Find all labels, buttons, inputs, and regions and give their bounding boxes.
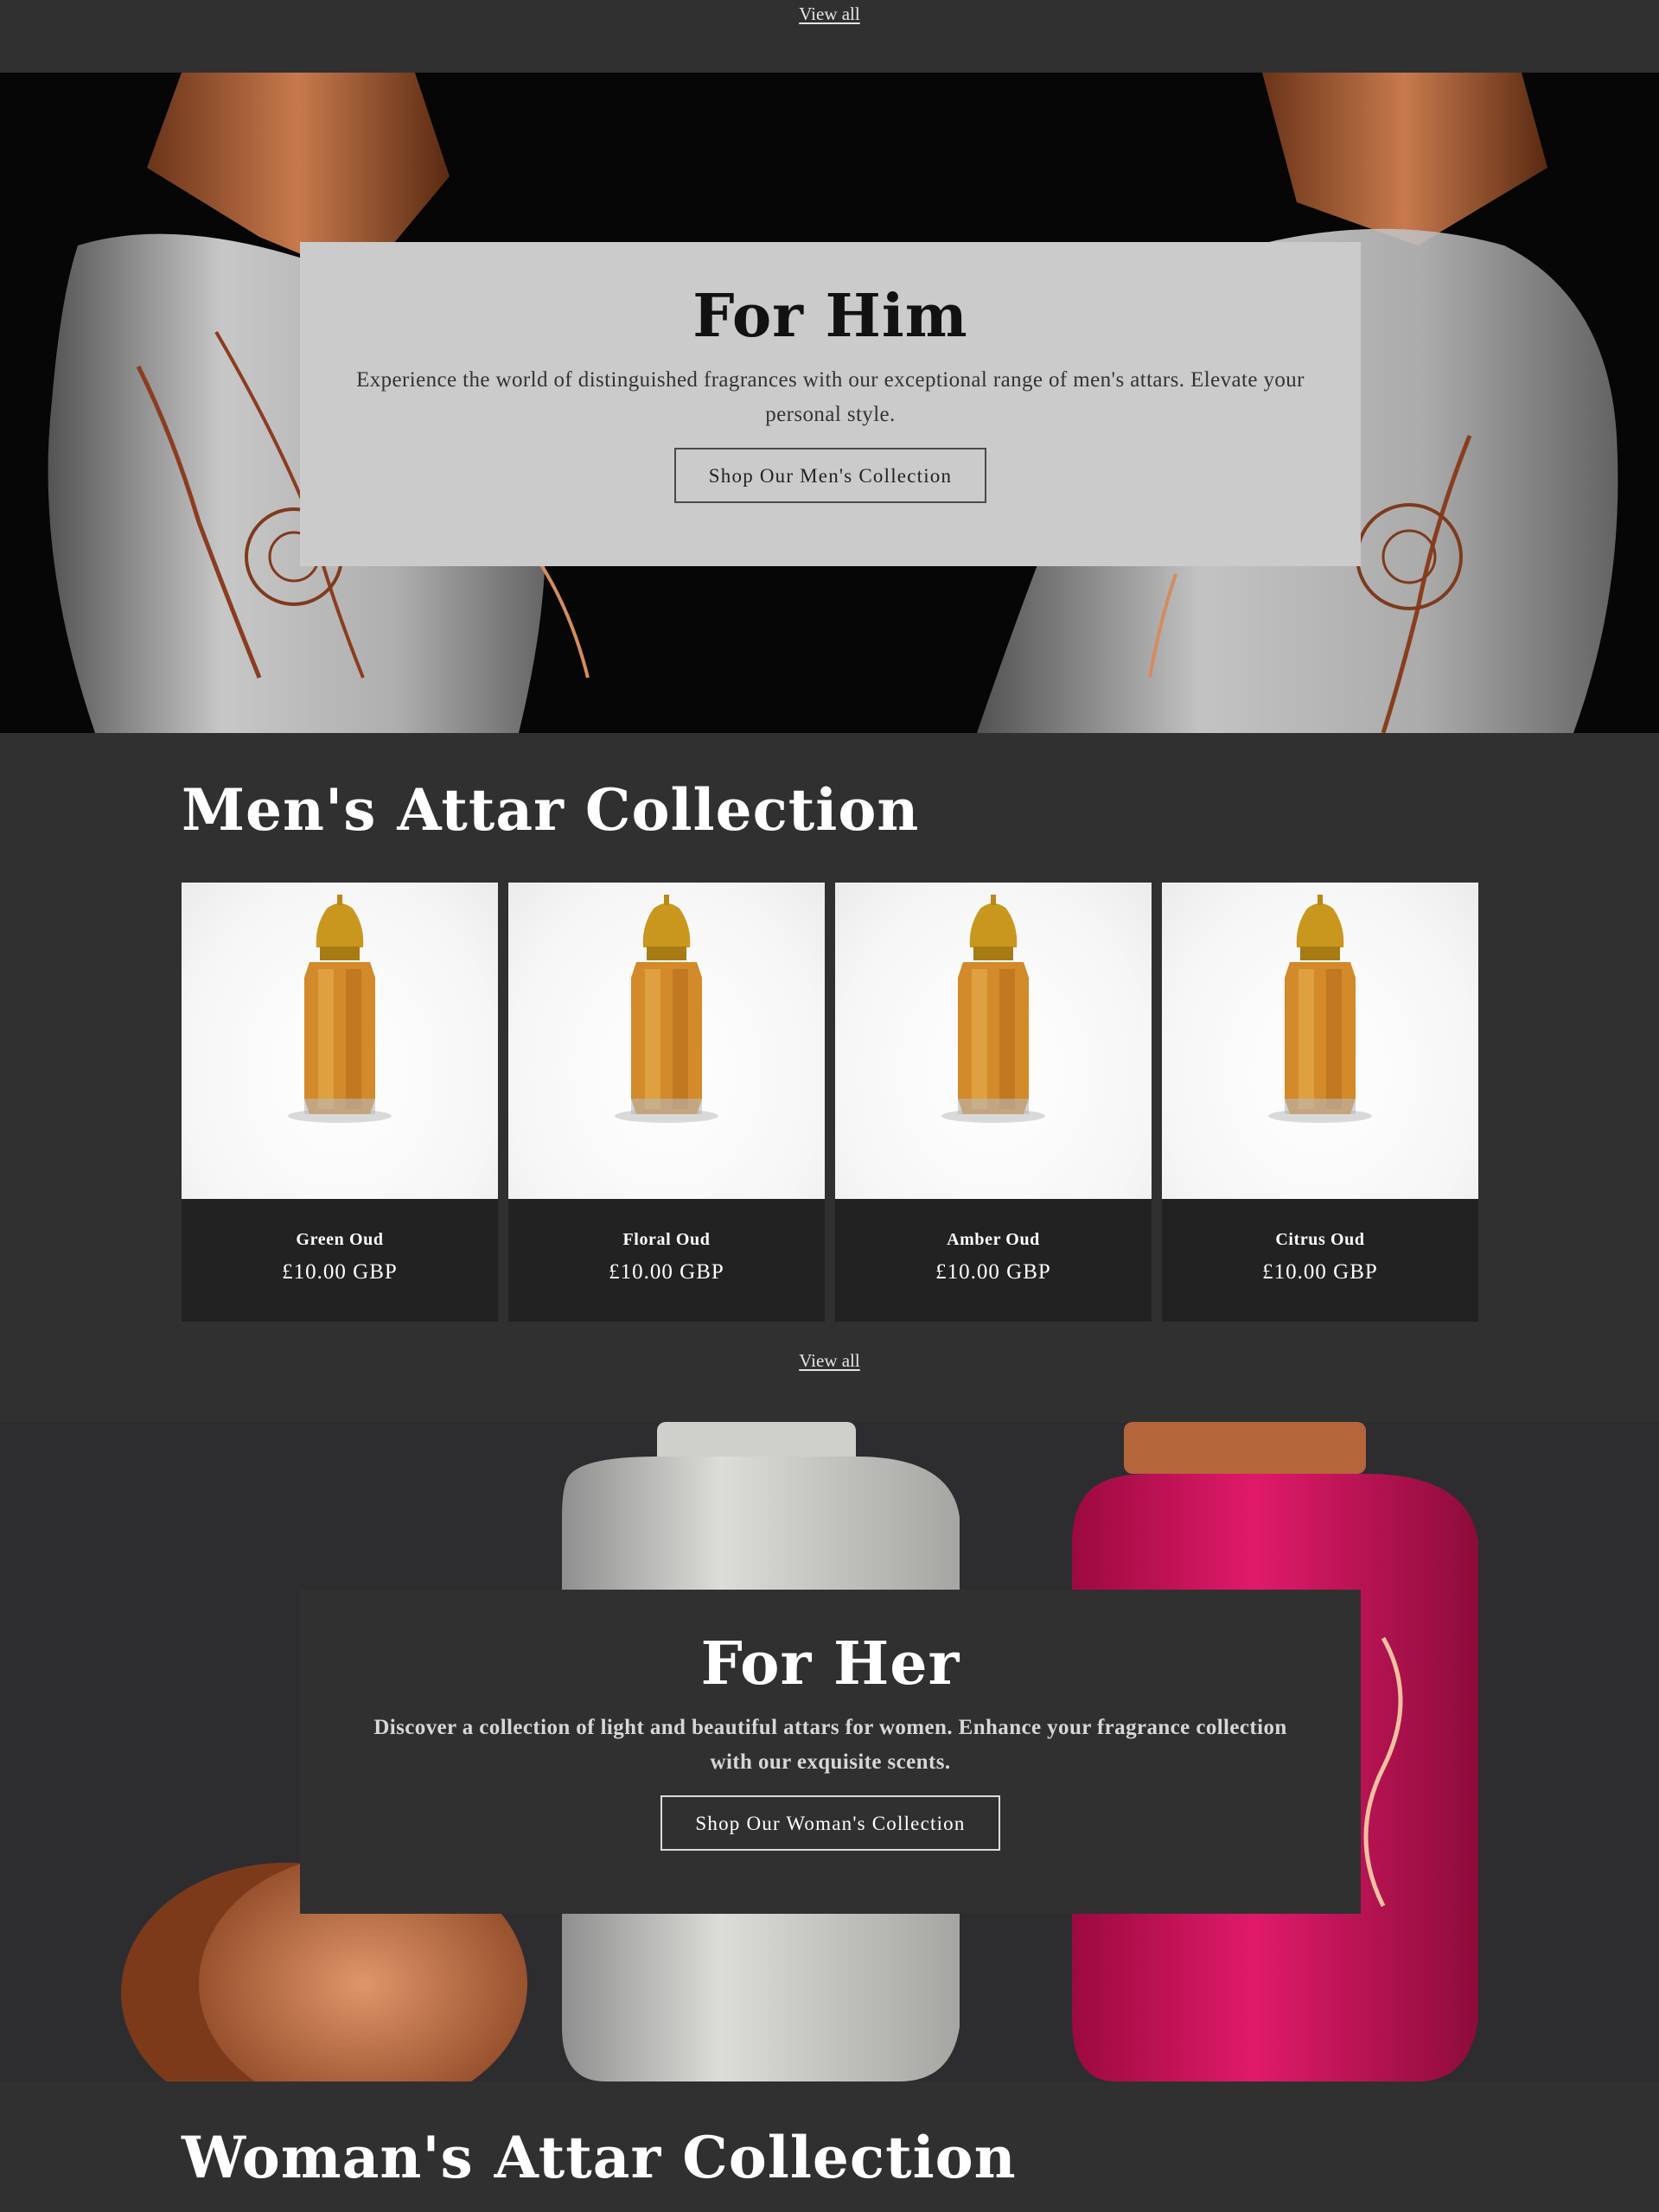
- product-card[interactable]: Amber Oud £10.00 GBP: [835, 883, 1152, 1322]
- product-name[interactable]: Floral Oud: [508, 1230, 825, 1250]
- hero-her-card: For Her Discover a collection of light a…: [300, 1590, 1361, 1914]
- hero-for-her: For Her Discover a collection of light a…: [0, 1422, 1659, 2081]
- hero-him-text: Experience the world of distinguished fr…: [356, 368, 1305, 426]
- hero-him-title: For Him: [692, 282, 968, 351]
- shop-womens-collection-button[interactable]: Shop Our Woman's Collection: [660, 1795, 1000, 1851]
- view-all-link-mens[interactable]: View all: [0, 1350, 1659, 1372]
- product-name[interactable]: Amber Oud: [835, 1230, 1152, 1250]
- attar-bottle-icon: [941, 895, 1045, 1123]
- shop-mens-collection-button[interactable]: Shop Our Men's Collection: [673, 448, 987, 503]
- product-price: £10.00 GBP: [1262, 1260, 1378, 1284]
- product-card[interactable]: Citrus Oud £10.00 GBP: [1162, 883, 1478, 1322]
- product-info: Citrus Oud £10.00 GBP: [1162, 1199, 1478, 1322]
- product-info: Floral Oud £10.00 GBP: [508, 1199, 825, 1322]
- product-name[interactable]: Green Oud: [182, 1230, 498, 1250]
- product-price: £10.00 GBP: [609, 1260, 724, 1284]
- attar-bottle-icon: [615, 895, 718, 1123]
- product-price: £10.00 GBP: [935, 1260, 1051, 1284]
- hero-her-text: Discover a collection of light and beaut…: [373, 1716, 1287, 1774]
- product-info: Amber Oud £10.00 GBP: [835, 1199, 1152, 1322]
- product-name[interactable]: Citrus Oud: [1162, 1230, 1478, 1250]
- view-all-link-top[interactable]: View all: [0, 3, 1659, 25]
- attar-bottle-icon: [288, 895, 392, 1123]
- top-strip: View all: [0, 0, 1659, 73]
- hero-her-title: For Her: [700, 1629, 960, 1699]
- product-image[interactable]: [1162, 883, 1478, 1199]
- product-image[interactable]: [508, 883, 825, 1199]
- womens-collection-title: Woman's Attar Collection: [182, 2124, 1017, 2191]
- hero-him-card: For Him Experience the world of distingu…: [300, 242, 1361, 566]
- product-card[interactable]: Green Oud £10.00 GBP: [182, 883, 498, 1322]
- product-image[interactable]: [182, 883, 498, 1199]
- attar-bottle-icon: [1268, 895, 1372, 1123]
- product-price: £10.00 GBP: [282, 1260, 398, 1284]
- mens-collection-title: Men's Attar Collection: [182, 776, 920, 844]
- hero-for-him: For Him Experience the world of distingu…: [0, 73, 1659, 733]
- mens-product-grid: Green Oud £10.00 GBP Floral Oud £10.00 G…: [182, 883, 1478, 1322]
- product-info: Green Oud £10.00 GBP: [182, 1199, 498, 1322]
- product-image[interactable]: [835, 883, 1152, 1199]
- product-card[interactable]: Floral Oud £10.00 GBP: [508, 883, 825, 1322]
